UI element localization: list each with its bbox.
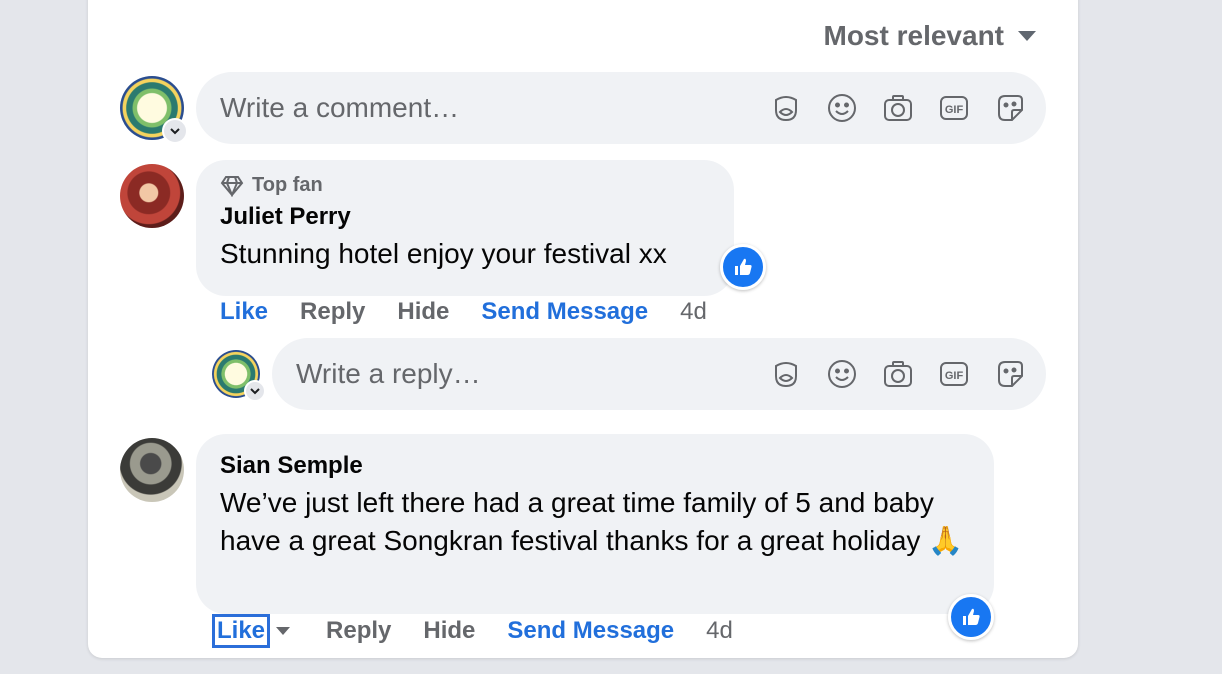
comment-actions: Like Reply Hide Send Message 4d xyxy=(220,298,739,326)
send-message-button[interactable]: Send Message xyxy=(481,298,648,326)
sort-label: Most relevant xyxy=(823,20,1005,51)
page-avatar[interactable] xyxy=(120,76,188,144)
comment-actions: Like Reply Hide Send Message 4d xyxy=(212,614,765,648)
svg-text:GIF: GIF xyxy=(945,370,964,382)
sticker-icon[interactable] xyxy=(994,358,1026,390)
reply-button[interactable]: Reply xyxy=(326,617,391,645)
sticker-icon[interactable] xyxy=(994,92,1026,124)
comment-bubble: Sian Semple We’ve just left there had a … xyxy=(196,434,994,614)
avatar-sticker-icon[interactable] xyxy=(770,358,802,390)
like-reaction-icon[interactable] xyxy=(948,594,994,640)
top-fan-label: Top fan xyxy=(252,174,323,196)
sian-semple-avatar[interactable] xyxy=(120,438,184,502)
chevron-down-icon[interactable] xyxy=(244,380,266,402)
emoji-icon[interactable] xyxy=(826,358,858,390)
emoji-icon[interactable] xyxy=(826,92,858,124)
chevron-down-icon[interactable] xyxy=(162,118,188,144)
comment-input[interactable] xyxy=(196,71,770,145)
hide-button[interactable]: Hide xyxy=(397,298,449,326)
like-reaction-icon[interactable] xyxy=(720,244,766,290)
hide-button[interactable]: Hide xyxy=(423,617,475,645)
comment-author[interactable]: Sian Semple xyxy=(220,452,970,480)
reply-button[interactable]: Reply xyxy=(300,298,365,326)
comment-timestamp[interactable]: 4d xyxy=(706,617,733,645)
gif-icon[interactable]: GIF xyxy=(938,92,970,124)
comment-author[interactable]: Juliet Perry xyxy=(220,203,710,231)
send-message-button[interactable]: Send Message xyxy=(507,617,674,645)
comment-text: We’ve just left there had a great time f… xyxy=(220,487,964,556)
page-avatar-small[interactable] xyxy=(212,350,266,402)
comment-composer[interactable]: GIF xyxy=(196,71,1046,145)
top-fan-badge: Top fan xyxy=(220,174,710,197)
comment-text: Stunning hotel enjoy your festival xx xyxy=(220,238,667,269)
reply-composer[interactable]: GIF xyxy=(272,337,1046,411)
like-button[interactable]: Like xyxy=(220,298,268,326)
svg-text:GIF: GIF xyxy=(945,104,964,116)
camera-icon[interactable] xyxy=(882,358,914,390)
reply-input[interactable] xyxy=(272,337,770,411)
like-button[interactable]: Like xyxy=(212,614,271,648)
camera-icon[interactable] xyxy=(882,92,914,124)
avatar-sticker-icon[interactable] xyxy=(770,92,802,124)
diamond-icon xyxy=(220,175,244,197)
comment-bubble: Top fan Juliet Perry Stunning hotel enjo… xyxy=(196,160,734,296)
juliet-perry-avatar[interactable] xyxy=(120,164,184,228)
comment-timestamp[interactable]: 4d xyxy=(680,298,707,326)
reaction-menu-caret-icon[interactable] xyxy=(276,627,291,635)
sort-dropdown[interactable]: Most relevant xyxy=(823,20,1036,52)
gif-icon[interactable]: GIF xyxy=(938,358,970,390)
caret-down-icon xyxy=(1018,31,1036,41)
